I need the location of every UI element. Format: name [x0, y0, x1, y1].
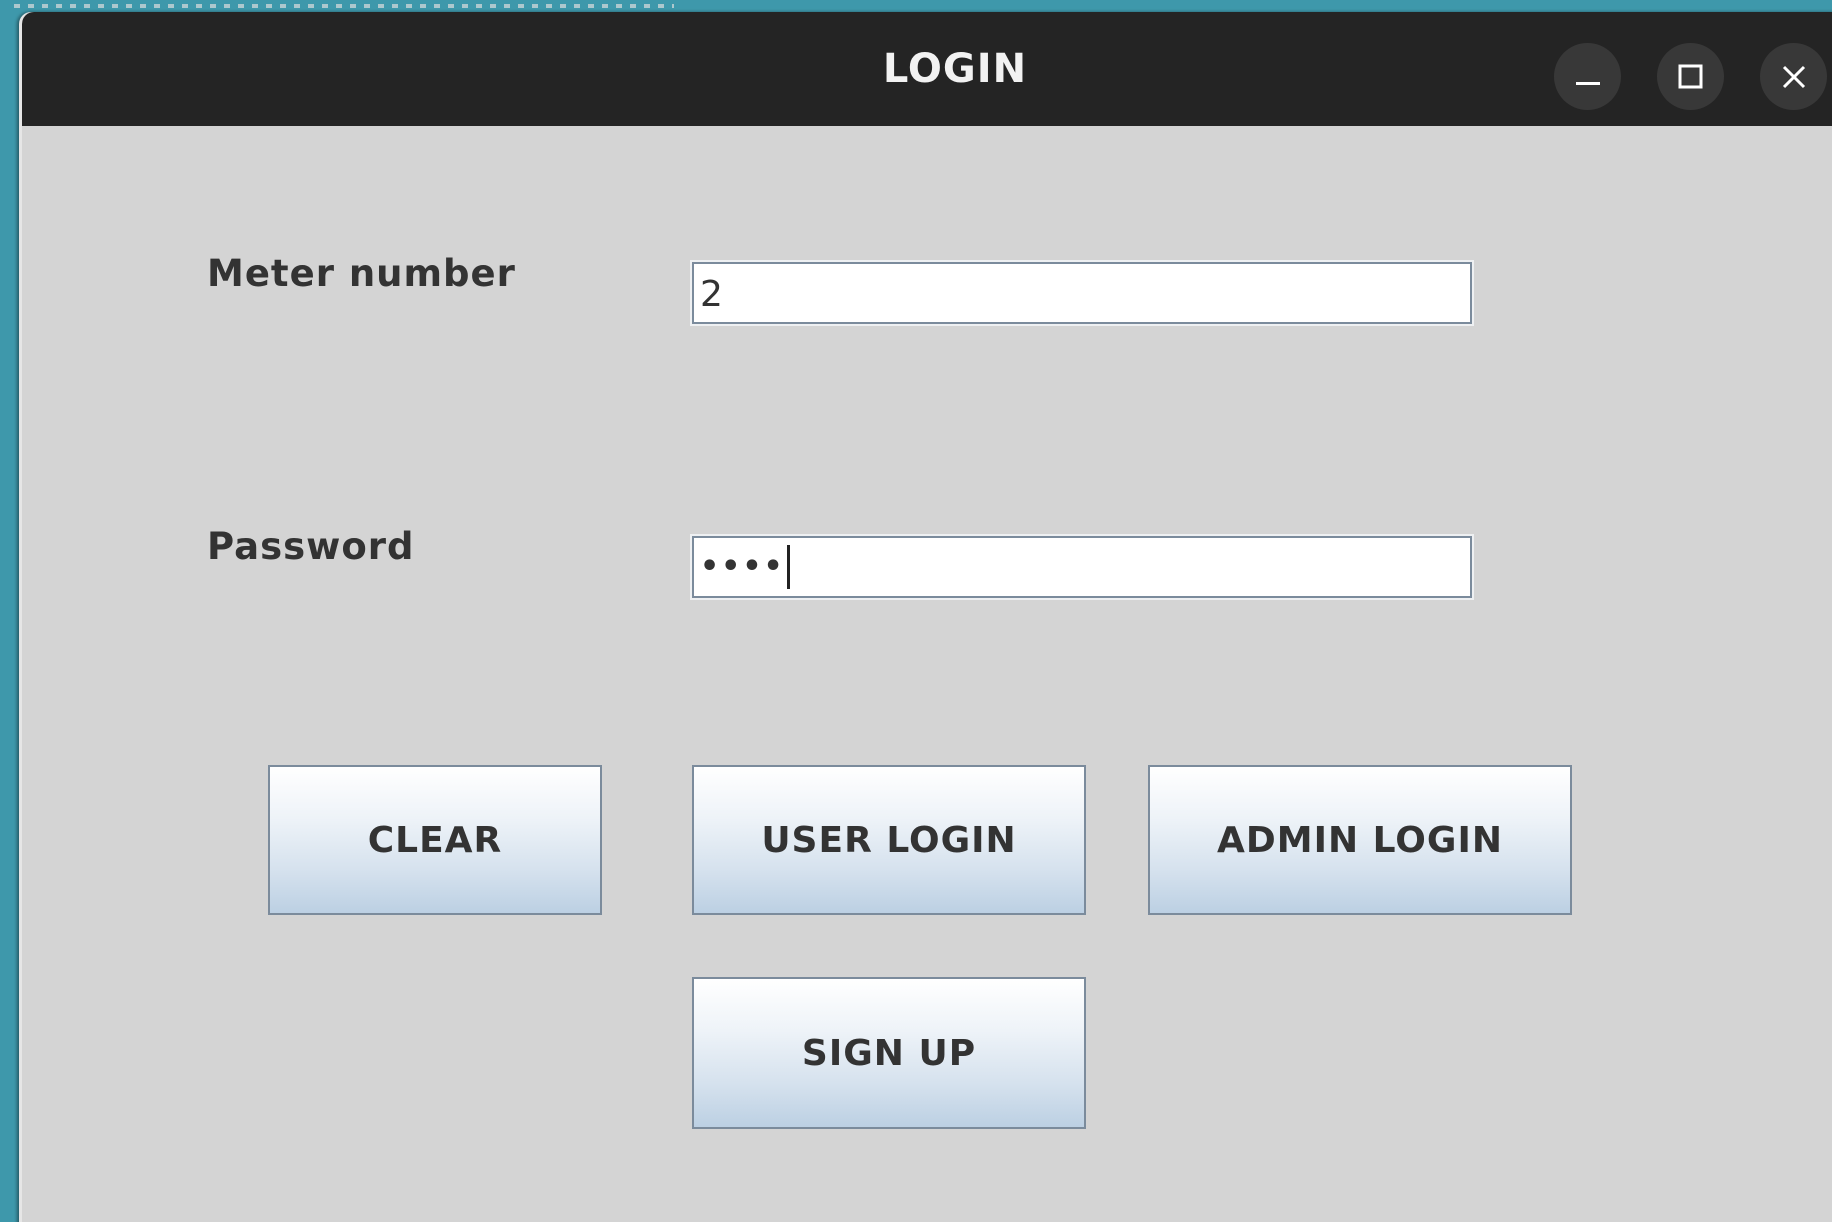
title-bar[interactable]: LOGIN	[22, 12, 1832, 126]
admin-login-button[interactable]: ADMIN LOGIN	[1148, 765, 1572, 915]
close-icon	[1782, 65, 1805, 88]
user-login-button[interactable]: USER LOGIN	[692, 765, 1086, 915]
background-terminal-text	[14, 4, 674, 8]
password-masked-value: ••••	[700, 549, 785, 584]
password-input[interactable]: ••••	[692, 536, 1472, 598]
login-window: LOGIN Meter number 2 Password •••• CLEAR…	[19, 12, 1832, 1222]
text-caret	[786, 545, 790, 589]
meter-number-value: 2	[700, 274, 723, 315]
minimize-icon	[1575, 81, 1600, 85]
window-title: LOGIN	[882, 46, 1028, 92]
maximize-button[interactable]	[1657, 43, 1724, 110]
desktop-background-strip	[0, 0, 1832, 12]
password-label: Password	[207, 525, 415, 568]
sign-up-button[interactable]: SIGN UP	[692, 977, 1086, 1129]
minimize-button[interactable]	[1554, 43, 1621, 110]
desktop-left-edge	[0, 12, 19, 1222]
clear-button[interactable]: CLEAR	[268, 765, 602, 915]
meter-number-input[interactable]: 2	[692, 262, 1472, 324]
close-button[interactable]	[1760, 43, 1827, 110]
meter-number-label: Meter number	[207, 252, 516, 295]
maximize-icon	[1678, 64, 1702, 88]
